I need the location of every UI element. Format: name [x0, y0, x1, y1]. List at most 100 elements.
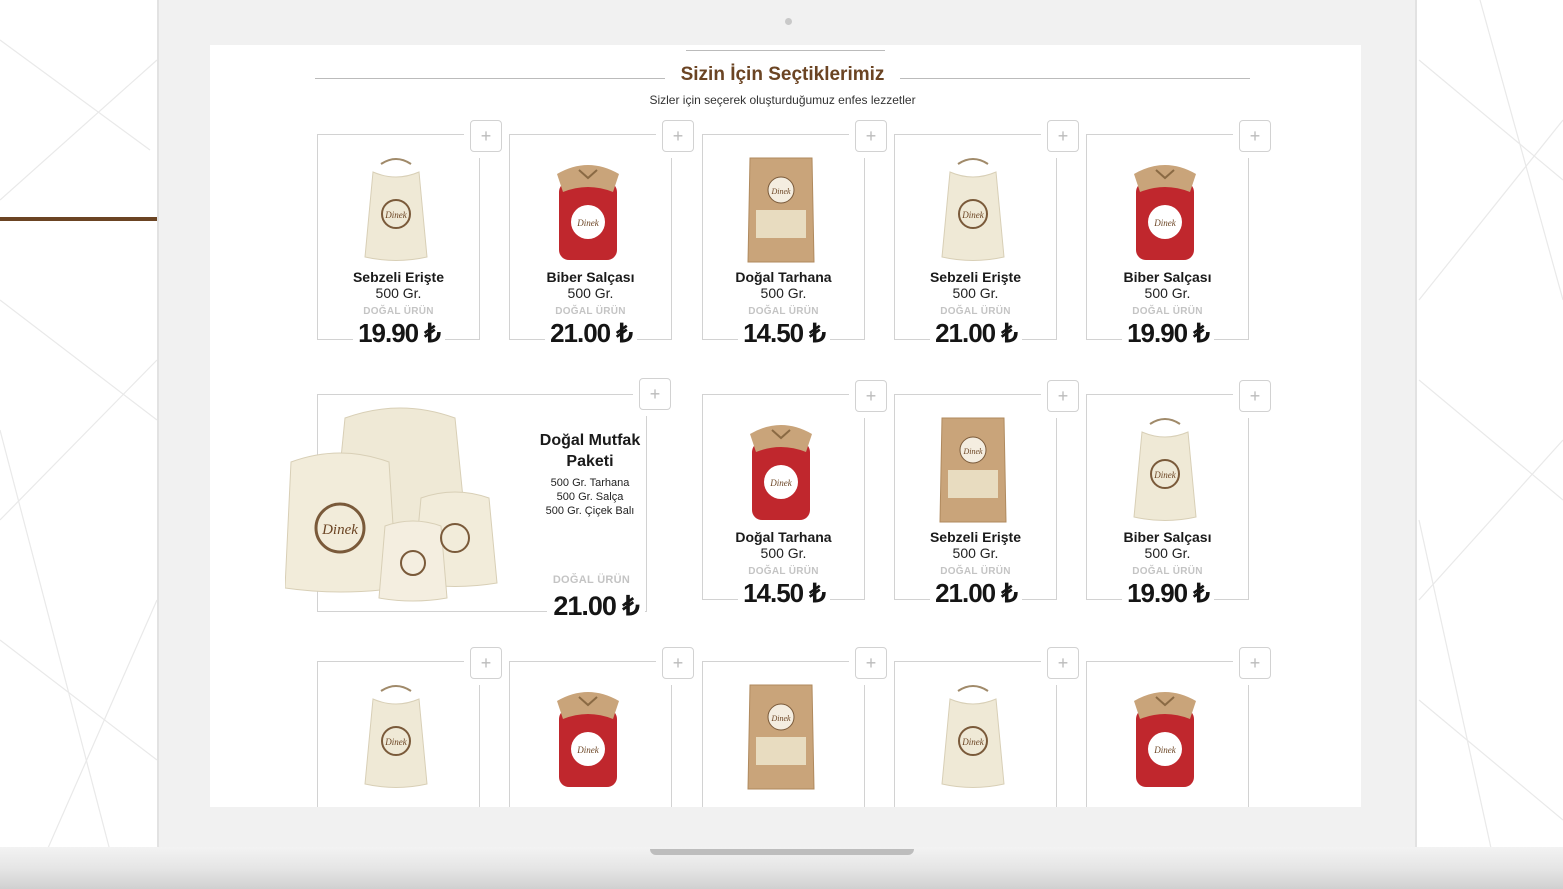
svg-text:Dinek: Dinek — [384, 737, 407, 747]
svg-text:Dinek: Dinek — [769, 478, 792, 488]
product-price: 19.90 ₺ — [1122, 578, 1214, 609]
product-price: 21.00 ₺ — [547, 591, 645, 622]
add-to-cart-button[interactable]: + — [1047, 120, 1079, 152]
svg-text:Dinek: Dinek — [961, 737, 984, 747]
product-card[interactable]: + Dinek Biber Salçası 500 Gr. DOĞAL ÜRÜN… — [509, 120, 694, 349]
add-to-cart-button[interactable]: + — [1239, 380, 1271, 412]
add-to-cart-button[interactable]: + — [470, 120, 502, 152]
cloth-bag-icon[interactable]: Dinek — [928, 152, 1018, 267]
svg-text:Dinek: Dinek — [321, 522, 358, 538]
product-tag: DOĞAL ÜRÜN — [1132, 566, 1203, 577]
product-card[interactable]: + Dinek — [702, 647, 887, 807]
product-tag: DOĞAL ÜRÜN — [940, 306, 1011, 317]
product-card[interactable]: + Dinek Sebzeli Erişte 500 Gr. DOĞAL ÜRÜ… — [317, 120, 502, 349]
section-divider-left — [315, 78, 665, 79]
product-price: 14.50 ₺ — [738, 578, 830, 609]
cloth-bag-icon[interactable]: Dinek — [928, 679, 1018, 794]
sauce-jar-icon[interactable]: Dinek — [736, 412, 826, 527]
section-title: Sizin İçin Seçtiklerimiz — [680, 64, 885, 85]
product-price: 21.00 ₺ — [930, 578, 1022, 609]
product-tag: DOĞAL ÜRÜN — [552, 574, 631, 586]
svg-text:Dinek: Dinek — [1153, 745, 1176, 755]
package-item: 500 Gr. Salça — [556, 491, 624, 503]
add-to-cart-button[interactable]: + — [855, 647, 887, 679]
cloth-bag-icon[interactable]: Dinek — [351, 152, 441, 267]
svg-text:Dinek: Dinek — [1153, 470, 1176, 480]
product-card[interactable]: + Dinek Doğal Tarhana 500 Gr. DOĞAL ÜRÜN… — [702, 380, 887, 609]
package-item: 500 Gr. Çiçek Balı — [545, 505, 635, 517]
svg-text:Dinek: Dinek — [576, 218, 599, 228]
sauce-jar-icon[interactable]: Dinek — [1120, 679, 1210, 794]
kraft-pouch-icon[interactable]: Dinek — [736, 679, 826, 794]
add-to-cart-button[interactable]: + — [639, 378, 671, 410]
product-name[interactable]: Biber Salçası — [1086, 269, 1249, 285]
add-to-cart-button[interactable]: + — [1047, 647, 1079, 679]
product-card[interactable]: + Dinek — [317, 647, 502, 807]
product-card[interactable]: + Dinek Sebzeli Erişte 500 Gr. DOĞAL ÜRÜ… — [894, 380, 1079, 609]
add-to-cart-button[interactable]: + — [1239, 647, 1271, 679]
kraft-pouch-icon[interactable]: Dinek — [928, 412, 1018, 527]
svg-text:Dinek: Dinek — [961, 210, 984, 220]
product-weight: 500 Gr. — [760, 285, 807, 301]
product-name[interactable]: Biber Salçası — [509, 269, 672, 285]
product-card[interactable]: + Dinek Doğal Tarhana 500 Gr. DOĞAL ÜRÜN… — [702, 120, 887, 349]
add-to-cart-button[interactable]: + — [1047, 380, 1079, 412]
featured-product-card[interactable]: + Dinek Doğal Mutfak Paketi 500 Gr. Tarh… — [284, 378, 671, 622]
product-card[interactable]: + Dinek — [1086, 647, 1271, 807]
product-weight: 500 Gr. — [952, 285, 999, 301]
section-top-divider — [686, 50, 885, 51]
product-weight: 500 Gr. — [1144, 545, 1191, 561]
product-tag: DOĞAL ÜRÜN — [363, 306, 434, 317]
add-to-cart-button[interactable]: + — [470, 647, 502, 679]
svg-text:Dinek: Dinek — [770, 714, 791, 723]
add-to-cart-button[interactable]: + — [855, 120, 887, 152]
add-to-cart-button[interactable]: + — [1239, 120, 1271, 152]
section-subtitle: Sizler için seçerek oluşturduğumuz enfes… — [649, 93, 916, 107]
sauce-jar-icon[interactable]: Dinek — [543, 152, 633, 267]
product-name[interactable]: Doğal Tarhana — [702, 529, 865, 545]
product-tag: DOĞAL ÜRÜN — [1132, 306, 1203, 317]
product-card[interactable]: + Dinek Biber Salçası 500 Gr. DOĞAL ÜRÜN… — [1086, 380, 1271, 609]
svg-text:Dinek: Dinek — [770, 187, 791, 196]
product-price: 14.50 ₺ — [738, 318, 830, 349]
product-weight: 500 Gr. — [375, 285, 422, 301]
product-name[interactable]: Doğal Tarhana — [702, 269, 865, 285]
product-tag: DOĞAL ÜRÜN — [555, 306, 626, 317]
laptop-notch — [650, 849, 914, 855]
product-name[interactable]: Biber Salçası — [1086, 529, 1249, 545]
product-weight: 500 Gr. — [567, 285, 614, 301]
add-to-cart-button[interactable]: + — [855, 380, 887, 412]
product-name[interactable]: Sebzeli Erişte — [894, 269, 1057, 285]
sauce-jar-icon[interactable]: Dinek — [543, 679, 633, 794]
kraft-pouch-icon[interactable]: Dinek — [736, 152, 826, 267]
product-card[interactable]: + Dinek Biber Salçası 500 Gr. DOĞAL ÜRÜN… — [1086, 120, 1271, 349]
svg-text:Dinek: Dinek — [576, 745, 599, 755]
svg-text:Dinek: Dinek — [962, 447, 983, 456]
package-contents: 500 Gr. Tarhana 500 Gr. Salça 500 Gr. Çi… — [525, 476, 655, 518]
sauce-jar-icon[interactable]: Dinek — [1120, 152, 1210, 267]
camera-icon — [785, 18, 792, 25]
package-item: 500 Gr. Tarhana — [550, 477, 630, 489]
product-card[interactable]: + Dinek Sebzeli Erişte 500 Gr. DOĞAL ÜRÜ… — [894, 120, 1079, 349]
section-divider-right — [900, 78, 1250, 79]
product-name[interactable]: Doğal Mutfak Paketi — [525, 430, 655, 472]
product-tag: DOĞAL ÜRÜN — [748, 306, 819, 317]
product-weight: 500 Gr. — [760, 545, 807, 561]
svg-text:Dinek: Dinek — [1153, 218, 1176, 228]
product-name[interactable]: Sebzeli Erişte — [894, 529, 1057, 545]
add-to-cart-button[interactable]: + — [662, 647, 694, 679]
cloth-bag-icon[interactable]: Dinek — [1120, 412, 1210, 527]
product-card[interactable]: + Dinek — [509, 647, 694, 807]
product-weight: 500 Gr. — [952, 545, 999, 561]
svg-text:Dinek: Dinek — [384, 210, 407, 220]
add-to-cart-button[interactable]: + — [662, 120, 694, 152]
cloth-bag-icon[interactable]: Dinek — [351, 679, 441, 794]
product-price: 21.00 ₺ — [545, 318, 637, 349]
product-name[interactable]: Sebzeli Erişte — [317, 269, 480, 285]
product-tag: DOĞAL ÜRÜN — [748, 566, 819, 577]
cloth-bags-bundle-icon[interactable]: Dinek — [284, 398, 507, 608]
product-tag: DOĞAL ÜRÜN — [940, 566, 1011, 577]
product-price: 19.90 ₺ — [353, 318, 445, 349]
product-weight: 500 Gr. — [1144, 285, 1191, 301]
product-card[interactable]: + Dinek — [894, 647, 1079, 807]
